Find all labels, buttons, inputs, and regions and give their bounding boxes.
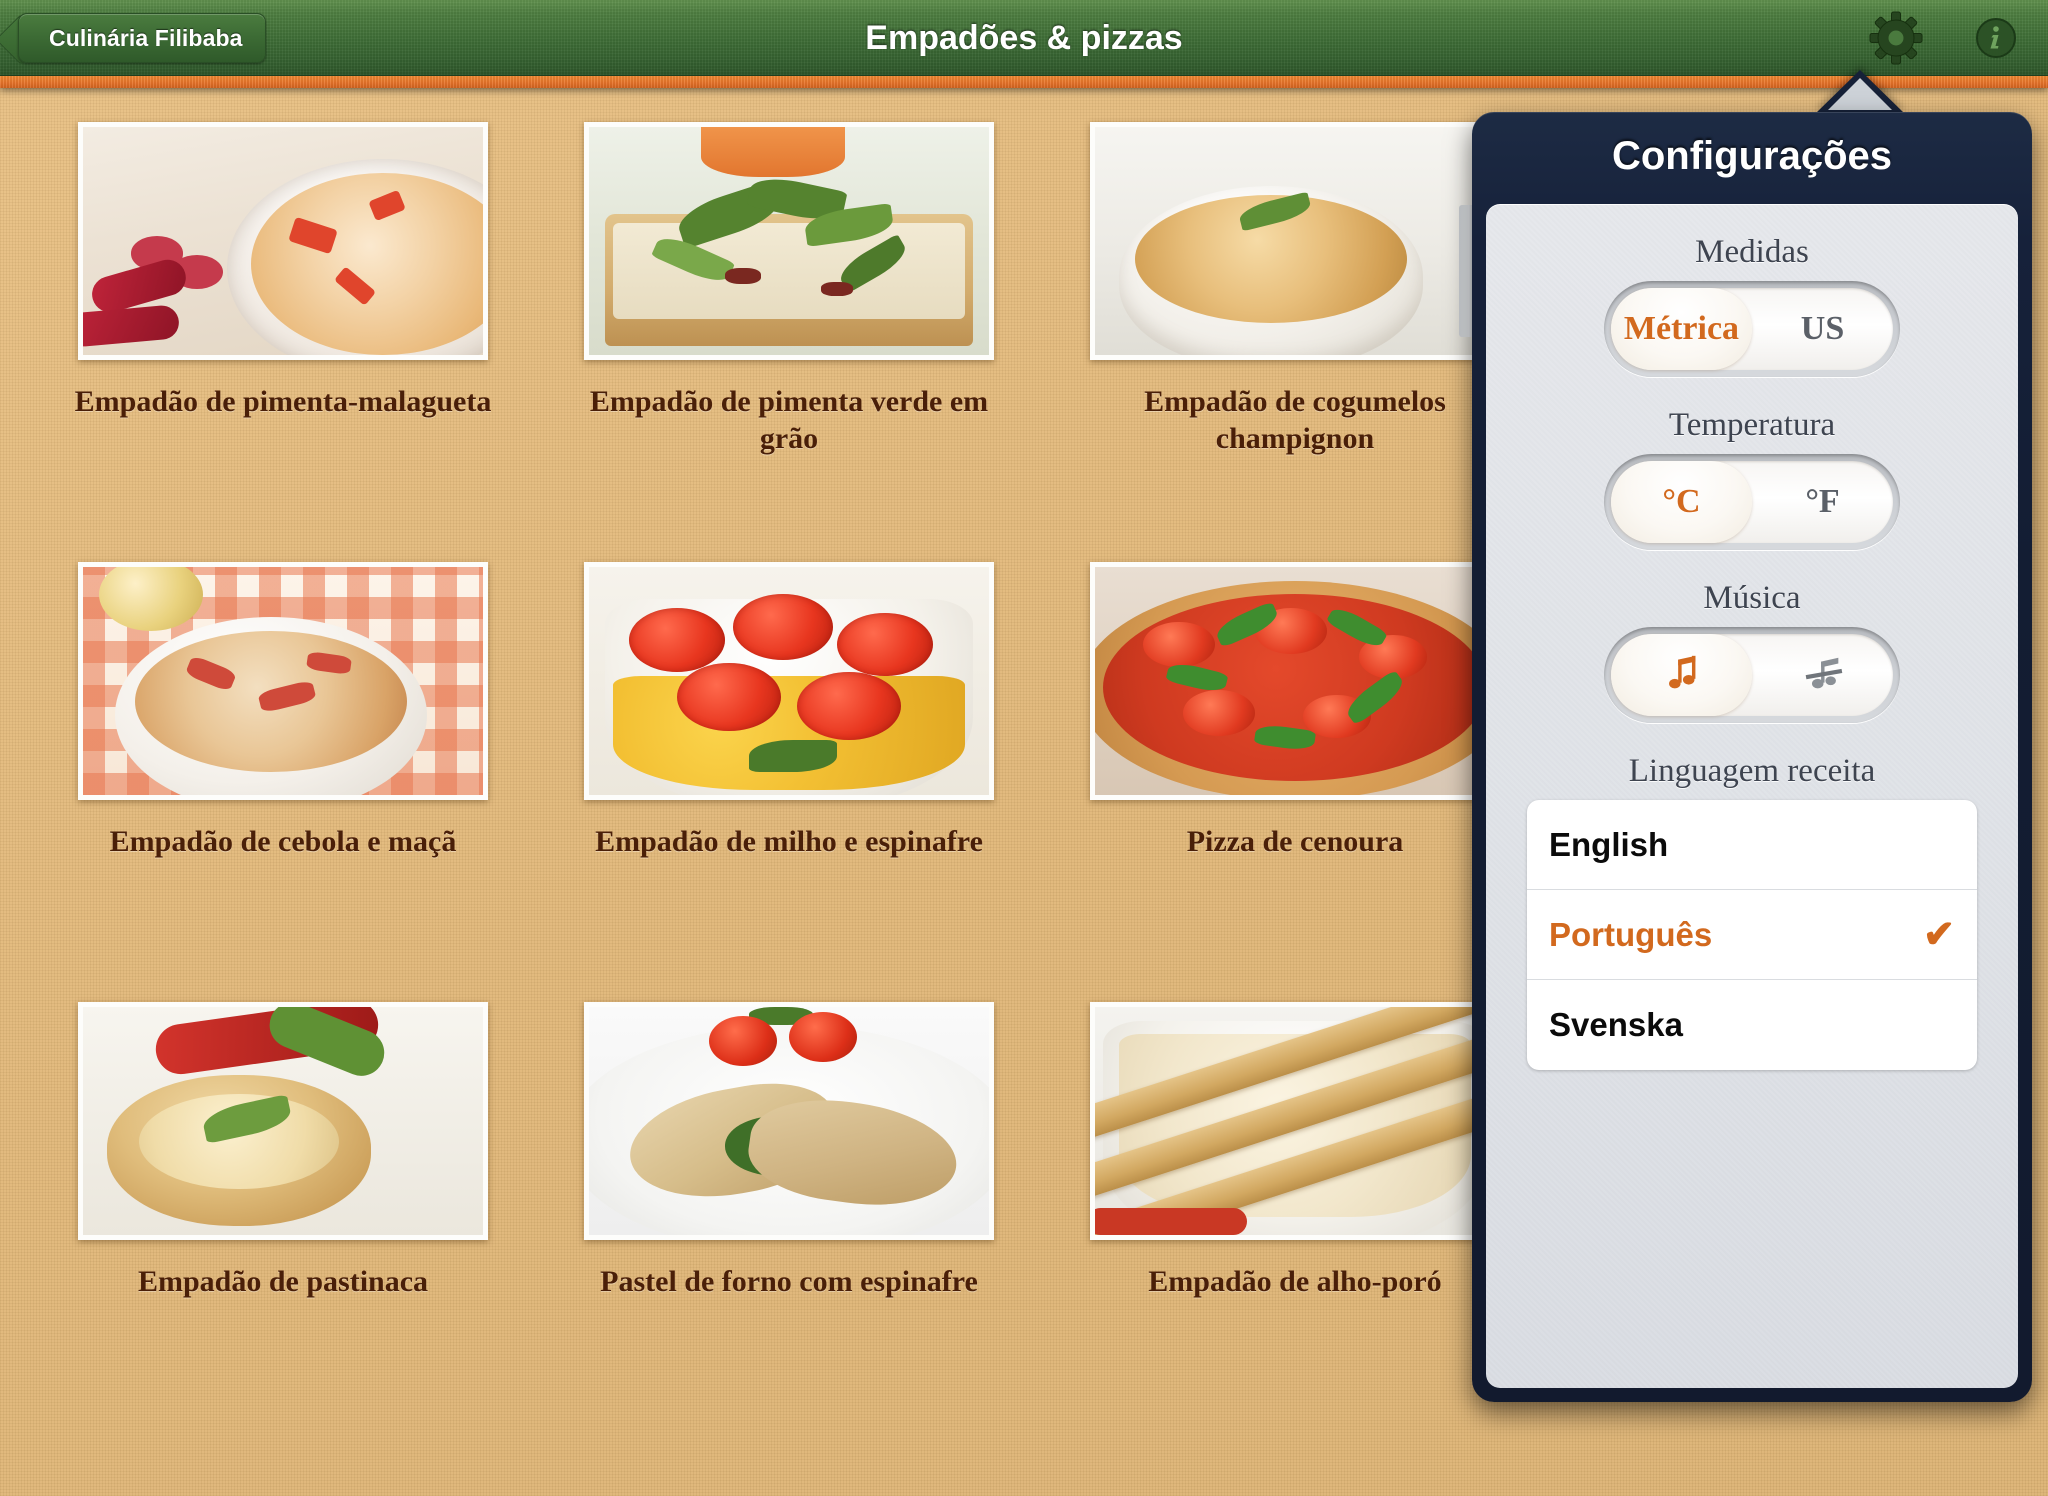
recipe-caption: Empadão de pimenta-malagueta: [74, 385, 492, 418]
recipe-thumbnail-frame: [78, 562, 488, 800]
recipe-thumbnail-frame: [1090, 122, 1500, 360]
language-setting: Linguagem receita English ✔ Português ✔ …: [1486, 753, 2018, 1070]
temperature-segmented-control[interactable]: °C °F: [1604, 454, 1900, 550]
temperature-option-celsius[interactable]: °C: [1611, 461, 1752, 543]
measures-option-metric[interactable]: Métrica: [1611, 288, 1752, 370]
app-root: Culinária Filibaba Empadões & pizzas Emp…: [0, 0, 2048, 1496]
popover-title: Configurações: [1611, 134, 1893, 178]
music-on-icon: [1668, 655, 1695, 689]
popover-arrow: [1816, 70, 1904, 113]
recipe-thumbnail-leek-pie: [1095, 1007, 1495, 1235]
recipe-card[interactable]: Empadão de cebola e maçã: [30, 562, 536, 1002]
temperature-option-fahrenheit[interactable]: °F: [1752, 461, 1893, 543]
accent-stripe: [0, 76, 2048, 88]
recipe-thumbnail-carrot-pizza: [1095, 567, 1495, 795]
recipe-thumbnail-parsnip-quiche: [83, 1007, 483, 1235]
recipe-card[interactable]: Empadão de pimenta-malagueta: [30, 122, 536, 562]
language-option-label: Svenska: [1549, 1006, 1683, 1043]
popover-frame: Configurações Medidas Métrica US Tempera…: [1472, 112, 2032, 1402]
music-setting: Música: [1486, 580, 2018, 723]
recipe-grid: Empadão de pimenta-malagueta Empadão de …: [30, 122, 1550, 1442]
music-segmented-control[interactable]: [1604, 627, 1900, 723]
measures-option-us[interactable]: US: [1752, 288, 1893, 370]
recipe-caption: Empadão de alho-poró: [1148, 1265, 1442, 1298]
language-option-label: Português: [1549, 915, 1713, 953]
recipe-thumbnail-frame: [584, 122, 994, 360]
recipe-thumbnail-frame: [1090, 562, 1500, 800]
settings-popover: Configurações Medidas Métrica US Tempera…: [1472, 70, 2032, 1402]
language-list: English ✔ Português ✔ Svenska ✔: [1527, 800, 1977, 1070]
recipe-thumbnail-onion-apple-pie: [83, 567, 483, 795]
recipe-thumbnail-corn-spinach-pie: [589, 567, 989, 795]
temperature-label: Temperatura: [1668, 407, 1836, 443]
recipe-thumbnail-mushroom-quiche: [1095, 127, 1495, 355]
measures-track: Métrica US: [1611, 288, 1893, 370]
measures-label: Medidas: [1695, 234, 1809, 270]
recipe-thumbnail-frame: [78, 122, 488, 360]
language-option-svenska[interactable]: Svenska ✔: [1527, 980, 1977, 1070]
music-label: Música: [1703, 580, 1801, 616]
measures-segmented-control[interactable]: Métrica US: [1604, 281, 1900, 377]
language-label: Linguagem receita: [1628, 753, 1876, 789]
recipe-caption: Pizza de cenoura: [1186, 825, 1404, 858]
recipe-thumbnail-spinach-calzone: [589, 1007, 989, 1235]
recipe-thumbnail-chili-pie: [83, 127, 483, 355]
recipe-thumbnail-green-pepper-tart: [589, 127, 989, 355]
info-button[interactable]: [1966, 8, 2026, 68]
recipe-thumbnail-frame: [584, 562, 994, 800]
recipe-card[interactable]: Empadão de pastinaca: [30, 1002, 536, 1442]
recipe-caption: Empadão de pimenta verde em grão: [589, 385, 989, 455]
recipe-thumbnail-frame: [1090, 1002, 1500, 1240]
measures-setting: Medidas Métrica US: [1486, 234, 2018, 377]
language-option-english[interactable]: English ✔: [1527, 800, 1977, 890]
info-icon: [1976, 18, 2016, 58]
recipe-thumbnail-frame: [78, 1002, 488, 1240]
gear-icon: [1869, 11, 1923, 65]
page-title: Empadões & pizzas: [865, 19, 1183, 57]
navigation-bar: Culinária Filibaba Empadões & pizzas: [0, 0, 2048, 76]
recipe-card[interactable]: Pastel de forno com espinafre: [536, 1002, 1042, 1442]
recipe-caption: Empadão de cebola e maçã: [109, 825, 457, 858]
music-off-icon: [1805, 657, 1842, 689]
back-button-label: Culinária Filibaba: [49, 24, 243, 51]
recipe-card[interactable]: Empadão de milho e espinafre: [536, 562, 1042, 1002]
music-option-on[interactable]: [1611, 634, 1752, 716]
back-button[interactable]: Culinária Filibaba: [18, 13, 266, 63]
recipe-caption: Empadão de milho e espinafre: [595, 825, 983, 858]
popover-body: Medidas Métrica US Temperatura °C °F Mús…: [1486, 204, 2018, 1388]
music-option-off[interactable]: [1752, 634, 1893, 716]
temperature-track: °C °F: [1611, 461, 1893, 543]
language-option-portugues[interactable]: Português ✔: [1527, 890, 1977, 980]
recipe-card[interactable]: Empadão de pimenta verde em grão: [536, 122, 1042, 562]
temperature-setting: Temperatura °C °F: [1486, 407, 2018, 550]
recipe-caption: Pastel de forno com espinafre: [600, 1265, 978, 1298]
recipe-caption: Empadão de pastinaca: [137, 1265, 429, 1298]
language-option-label: English: [1549, 825, 1669, 863]
recipe-caption: Empadão de cogumelos champignon: [1144, 385, 1446, 455]
recipe-thumbnail-frame: [584, 1002, 994, 1240]
music-track: [1611, 634, 1893, 716]
check-icon: ✔: [1923, 913, 1955, 956]
settings-gear-button[interactable]: [1866, 8, 1926, 68]
